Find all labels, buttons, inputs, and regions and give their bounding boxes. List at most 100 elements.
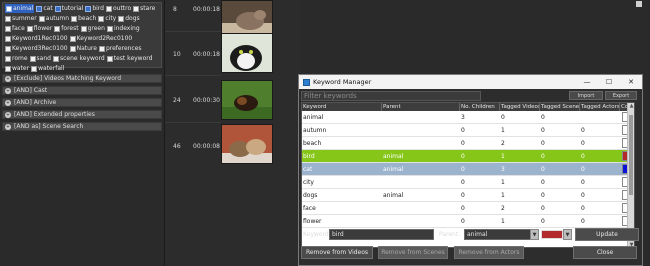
keyword-input[interactable]: bird bbox=[329, 229, 434, 240]
keyword-tag-checkbox[interactable]: Keyword3Rec0100 bbox=[5, 44, 68, 53]
scrollbar-thumb[interactable] bbox=[629, 115, 633, 195]
checkbox-icon[interactable] bbox=[105, 5, 112, 12]
checkbox-icon[interactable] bbox=[54, 5, 61, 12]
keyword-tag-checkbox[interactable]: Keyword1Rec0100 bbox=[5, 34, 68, 43]
chevron-down-icon[interactable]: ▼ bbox=[530, 229, 539, 240]
checkbox-icon[interactable] bbox=[106, 55, 113, 62]
keyword-tag-checkbox[interactable]: autumn bbox=[38, 14, 69, 23]
checkbox-icon[interactable] bbox=[5, 15, 11, 22]
column-header[interactable]: Keyword bbox=[302, 103, 382, 111]
keyword-tag-checkbox[interactable]: green bbox=[80, 24, 105, 33]
chevron-down-icon[interactable]: ▼ bbox=[563, 229, 572, 240]
keyword-tag-checkbox[interactable]: forest bbox=[54, 24, 79, 33]
filter-section-header[interactable]: + [AND] Extended properties bbox=[2, 110, 162, 119]
column-header[interactable]: Tagged Videos bbox=[500, 103, 540, 111]
keyword-tag-checkbox[interactable]: stare bbox=[133, 4, 155, 13]
window-control-icon[interactable] bbox=[636, 1, 642, 7]
keyword-tag-checkbox[interactable]: dogs bbox=[118, 14, 140, 23]
video-thumbnail[interactable] bbox=[221, 80, 273, 120]
update-button[interactable]: Update bbox=[575, 228, 639, 241]
table-row[interactable]: dogs animal 0 1 0 0 bbox=[302, 189, 634, 202]
checkbox-icon[interactable] bbox=[5, 35, 11, 42]
column-header[interactable]: Parent bbox=[382, 103, 460, 111]
checkbox-icon[interactable] bbox=[5, 55, 11, 62]
checkbox-icon[interactable] bbox=[85, 5, 92, 12]
checkbox-icon[interactable] bbox=[31, 65, 38, 72]
table-scrollbar[interactable]: ▲ ▼ bbox=[627, 103, 634, 247]
checkbox-icon[interactable] bbox=[69, 45, 76, 52]
minimize-icon[interactable]: — bbox=[576, 78, 598, 86]
keyword-tag-checkbox[interactable]: beach bbox=[71, 14, 96, 23]
video-thumbnail[interactable] bbox=[221, 33, 273, 73]
keyword-tag-checkbox[interactable]: summer bbox=[5, 14, 37, 23]
keyword-tag-checkbox[interactable]: city bbox=[98, 14, 116, 23]
keyword-tag-checkbox[interactable]: flower bbox=[26, 24, 52, 33]
close-button[interactable]: Close bbox=[573, 246, 637, 259]
table-row[interactable]: animal 3 0 0 bbox=[302, 111, 634, 124]
table-row[interactable]: city 0 1 0 0 bbox=[302, 176, 634, 189]
keyword-tag-checkbox[interactable]: preferences bbox=[98, 44, 142, 53]
checkbox-icon[interactable] bbox=[5, 65, 11, 72]
checkbox-icon[interactable] bbox=[36, 5, 43, 12]
table-row[interactable]: cat animal 0 3 0 0 bbox=[302, 163, 634, 176]
keyword-tag-checkbox[interactable]: face bbox=[5, 24, 25, 33]
close-icon[interactable]: ✕ bbox=[620, 78, 642, 86]
checkbox-icon[interactable] bbox=[69, 35, 76, 42]
keyword-tag-checkbox[interactable]: bird bbox=[85, 4, 104, 13]
column-header[interactable]: No. Children bbox=[460, 103, 500, 111]
expand-icon[interactable]: + bbox=[5, 111, 11, 118]
keyword-filter-input[interactable]: Filter keywords bbox=[301, 91, 481, 101]
remove-from-videos-button[interactable]: Remove from Videos bbox=[301, 246, 373, 259]
table-row[interactable]: face 0 2 0 0 bbox=[302, 202, 634, 215]
checkbox-icon[interactable] bbox=[29, 55, 36, 62]
checkbox-icon[interactable] bbox=[5, 25, 11, 32]
keyword-tag-checkbox[interactable]: rome bbox=[5, 54, 28, 63]
table-row[interactable]: flower 0 1 0 0 bbox=[302, 215, 634, 228]
filter-section-header[interactable]: + [AND] Archive bbox=[2, 98, 162, 107]
color-picker[interactable] bbox=[541, 230, 563, 239]
table-row[interactable]: beach 0 2 0 0 bbox=[302, 137, 634, 150]
scroll-up-icon[interactable]: ▲ bbox=[628, 103, 634, 110]
column-header[interactable]: Tagged Scenes bbox=[540, 103, 580, 111]
keyword-tag-checkbox[interactable]: waterfall bbox=[31, 64, 64, 73]
checkbox-icon[interactable] bbox=[106, 25, 113, 32]
checkbox-icon[interactable] bbox=[98, 15, 105, 22]
filter-section-header[interactable]: + [Exclude] Videos Matching Keyword bbox=[2, 74, 162, 83]
checkbox-icon[interactable] bbox=[133, 5, 140, 12]
maximize-icon[interactable]: ☐ bbox=[598, 78, 620, 86]
table-row[interactable]: bird animal 0 1 0 0 bbox=[302, 150, 634, 163]
import-button[interactable]: Import bbox=[569, 91, 603, 100]
filter-section-header[interactable]: + [AND] Cast bbox=[2, 86, 162, 95]
keyword-tag-checkbox[interactable]: outtro bbox=[105, 4, 131, 13]
keyword-tag-checkbox[interactable]: tutorial bbox=[54, 4, 83, 13]
filter-section-header[interactable]: + [AND as] Scene Search bbox=[2, 122, 162, 131]
remove-from-actors-button[interactable]: Remove from Actors bbox=[454, 246, 524, 259]
expand-icon[interactable]: + bbox=[5, 99, 11, 106]
checkbox-icon[interactable] bbox=[54, 25, 61, 32]
remove-from-scenes-button[interactable]: Remove from Scenes bbox=[378, 246, 448, 259]
keyword-tag-checkbox[interactable]: animal bbox=[5, 4, 35, 13]
checkbox-icon[interactable] bbox=[26, 25, 33, 32]
checkbox-icon[interactable] bbox=[6, 5, 12, 12]
column-header[interactable]: Tagged Actors bbox=[580, 103, 620, 111]
video-thumbnail[interactable] bbox=[221, 124, 273, 164]
keyword-tag-checkbox[interactable]: Nature bbox=[69, 44, 97, 53]
checkbox-icon[interactable] bbox=[52, 55, 59, 62]
parent-select[interactable]: animal bbox=[464, 229, 532, 240]
checkbox-icon[interactable] bbox=[80, 25, 87, 32]
checkbox-icon[interactable] bbox=[98, 45, 105, 52]
expand-icon[interactable]: + bbox=[5, 123, 11, 130]
checkbox-icon[interactable] bbox=[71, 15, 78, 22]
checkbox-icon[interactable] bbox=[5, 45, 11, 52]
keyword-tag-checkbox[interactable]: cat bbox=[36, 4, 53, 13]
keyword-tag-checkbox[interactable]: scene keyword bbox=[52, 54, 105, 63]
checkbox-icon[interactable] bbox=[38, 15, 45, 22]
table-row[interactable]: autumn 0 1 0 0 bbox=[302, 124, 634, 137]
keyword-tag-checkbox[interactable]: test keyword bbox=[106, 54, 152, 63]
export-button[interactable]: Export bbox=[605, 91, 637, 100]
keyword-tag-checkbox[interactable]: indexing bbox=[106, 24, 140, 33]
expand-icon[interactable]: + bbox=[5, 75, 11, 82]
expand-icon[interactable]: + bbox=[5, 87, 11, 94]
keyword-tag-checkbox[interactable]: Keyword2Rec0100 bbox=[69, 34, 132, 43]
keyword-tag-checkbox[interactable]: water bbox=[5, 64, 29, 73]
